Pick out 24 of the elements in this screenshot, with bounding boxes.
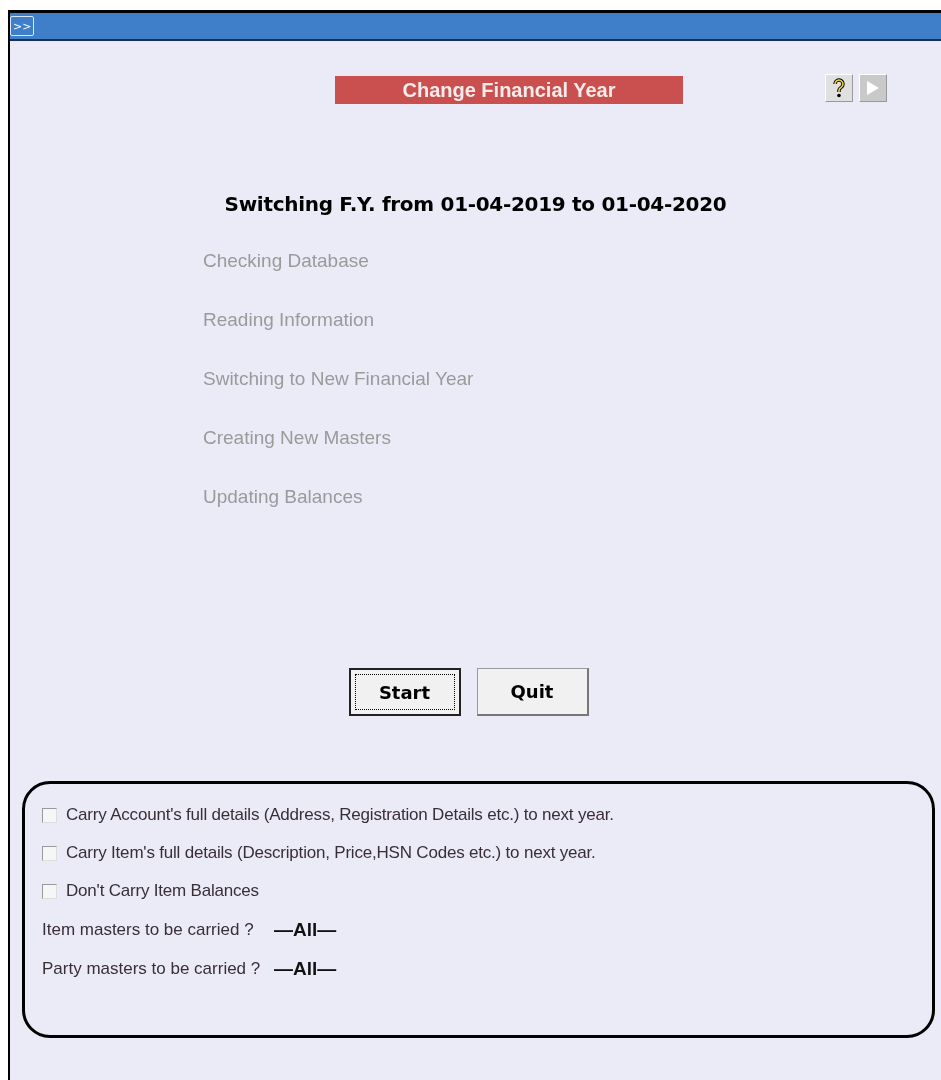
step-label: Checking Database [203, 250, 370, 272]
master-label: Item masters to be carried ? [42, 919, 255, 940]
expand-button[interactable]: >> [10, 16, 35, 36]
checkbox-label: Carry Account's full details (Address, Registration Details etc.) to next year. [66, 805, 614, 825]
question-mark-icon [832, 78, 846, 98]
step-label: Creating New Masters [203, 427, 392, 449]
dialog-title: Change Financial Year [335, 76, 683, 104]
play-icon [866, 80, 880, 96]
step-label: Reading Information [203, 309, 376, 331]
action-button[interactable]: Start [348, 668, 461, 716]
step-label: Switching to New Financial Year [203, 368, 475, 390]
checkbox[interactable] [42, 845, 57, 861]
action-button[interactable]: Quit [476, 668, 589, 716]
master-label: Party masters to be carried ? [42, 958, 262, 979]
master-value[interactable]: —All— [274, 918, 337, 941]
step-label: Updating Balances [203, 486, 364, 508]
checkbox[interactable] [42, 883, 57, 899]
checkbox-label: Don't Carry Item Balances [66, 881, 259, 901]
checkbox-label: Carry Item's full details (Description, Price,HSN Codes etc.) to next year. [66, 843, 596, 863]
switch-heading: Switching F.Y. from 01-04-2019 to 01-04-2020 [223, 192, 728, 216]
master-value[interactable]: —All— [274, 957, 337, 980]
help-button[interactable] [825, 74, 853, 102]
next-button[interactable] [859, 74, 887, 102]
checkbox[interactable] [42, 807, 57, 823]
